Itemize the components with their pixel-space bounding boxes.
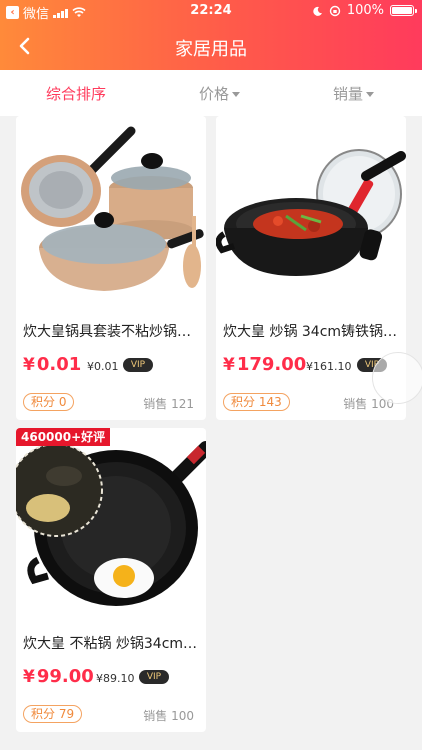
product-price: ¥0.01 — [23, 354, 82, 375]
sort-bar: 综合排序 价格 销量 — [0, 70, 422, 116]
sort-comprehensive[interactable]: 综合排序 — [46, 83, 106, 104]
caret-down-icon — [232, 92, 241, 97]
vip-price: ¥89.10 — [96, 672, 135, 685]
rating-tag: 460000+好评 — [16, 428, 111, 446]
product-image-nonstick-wok — [16, 428, 206, 618]
caret-down-icon — [366, 92, 375, 97]
floating-assistive-button[interactable] — [372, 352, 422, 404]
sales-count: 销售 100 — [143, 709, 194, 723]
rotation-lock-icon — [329, 5, 341, 16]
sort-price[interactable]: 价格 — [199, 83, 241, 104]
product-title[interactable]: 炊大皇 不粘锅 炒锅34cm… — [23, 633, 203, 653]
points-badge: 积分 79 — [23, 705, 83, 723]
vip-price: ¥161.10 — [306, 360, 352, 373]
sort-sales[interactable]: 销量 — [333, 83, 375, 104]
vip-badge: VIP — [139, 670, 169, 684]
status-right: 100% — [313, 3, 417, 18]
points-badge: 积分 143 — [223, 393, 290, 411]
points-badge: 积分 0 — [23, 393, 75, 411]
sort-price-label: 价格 — [199, 85, 230, 103]
product-card[interactable]: 炊大皇锅具套装不粘炒锅… ¥0.01 ¥0.01 VIP 积分 0 销售 121 — [16, 116, 206, 420]
product-title[interactable]: 炊大皇 炒锅 34cm铸铁锅… — [223, 321, 403, 341]
page-title: 家居用品 — [175, 39, 247, 60]
moon-icon — [313, 6, 322, 16]
product-price: ¥179.00 — [223, 354, 307, 375]
product-title[interactable]: 炊大皇锅具套装不粘炒锅… — [23, 321, 203, 341]
battery-percent: 100% — [346, 3, 384, 18]
header: ‹ 微信 22:24 100% 家居用品 — [0, 0, 422, 70]
nav-bar: 家居用品 — [0, 22, 422, 70]
sales-count: 销售 121 — [143, 397, 194, 411]
status-bar: ‹ 微信 22:24 100% — [0, 0, 422, 22]
product-card[interactable]: 460000+好评 炊大皇 不粘锅 炒锅34cm… ¥99.00 ¥89.10 … — [16, 428, 206, 732]
vip-price: ¥0.01 — [87, 360, 119, 373]
sort-sales-label: 销量 — [333, 85, 364, 103]
vip-badge: VIP — [123, 358, 153, 372]
product-price: ¥99.00 — [23, 666, 94, 687]
product-image-cast-iron-wok — [216, 116, 406, 306]
product-image-cookware-set — [16, 116, 206, 306]
battery-icon — [390, 5, 417, 16]
